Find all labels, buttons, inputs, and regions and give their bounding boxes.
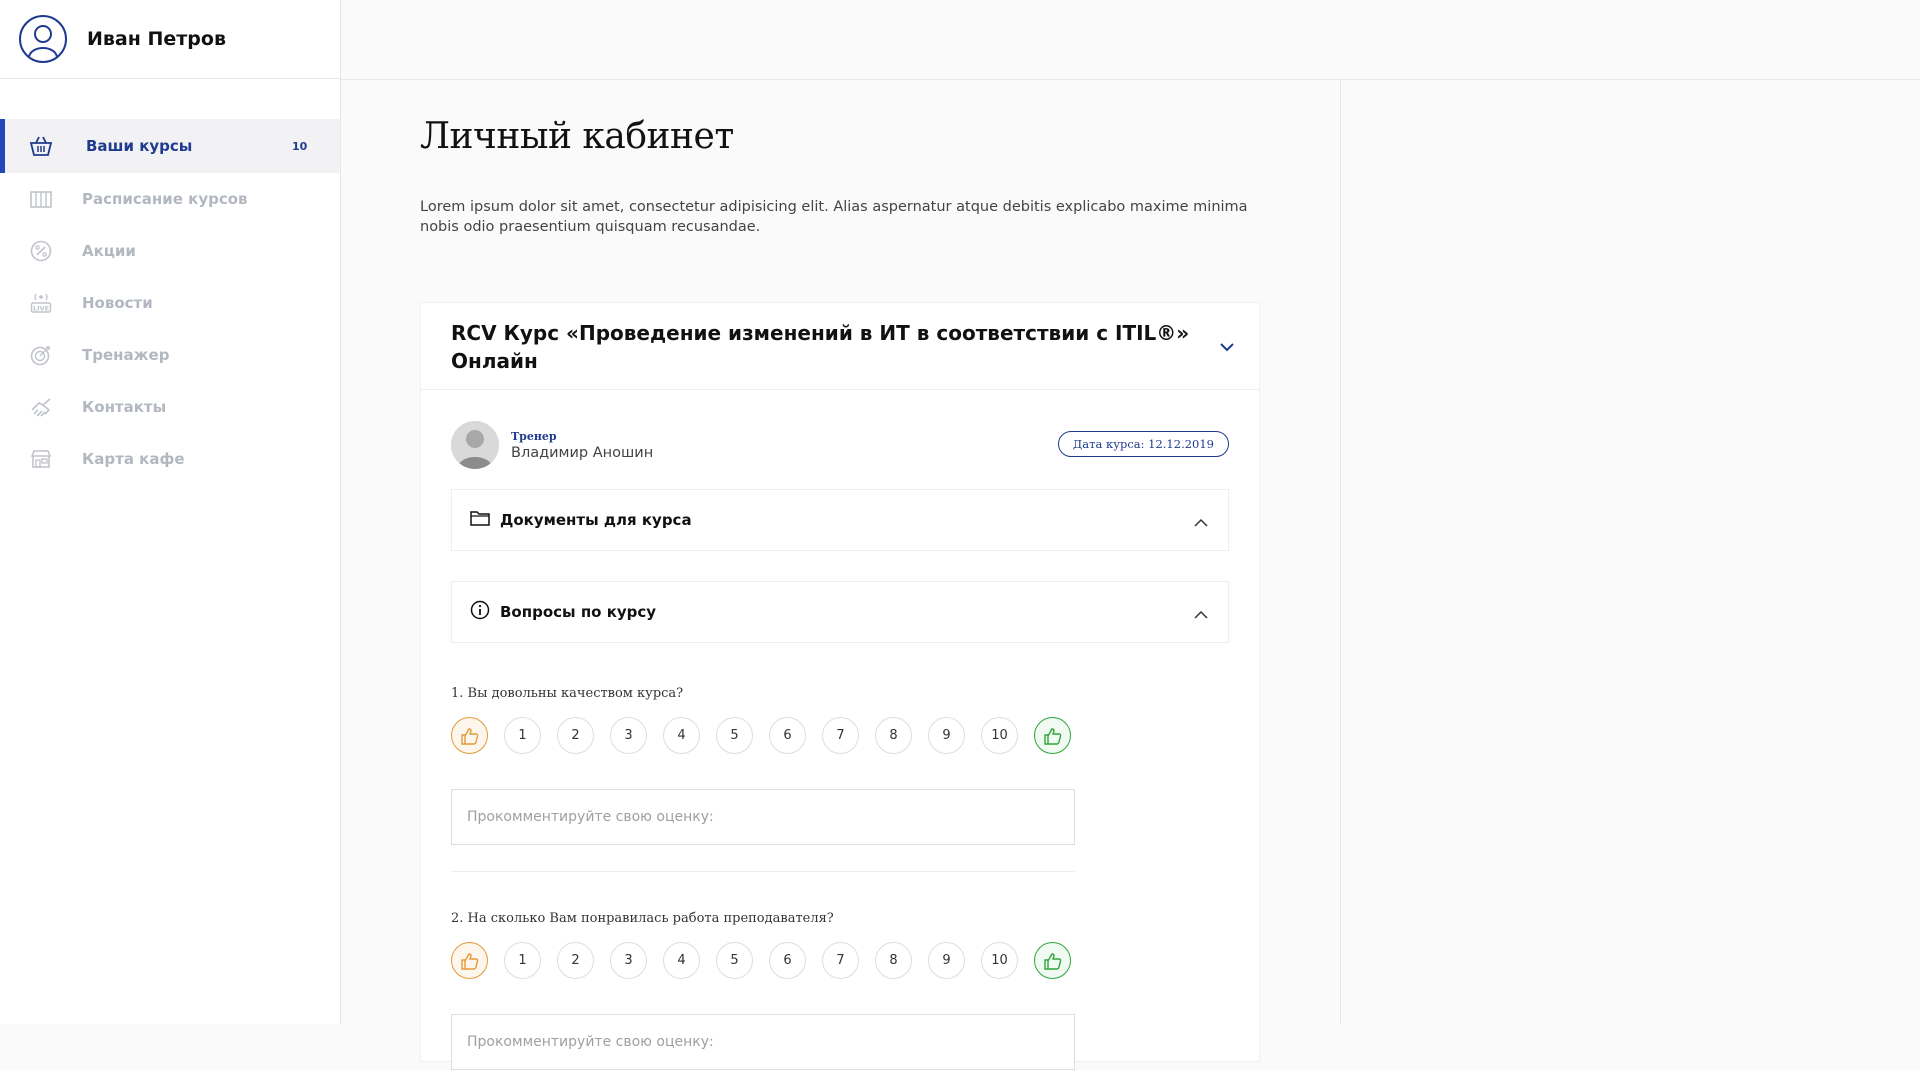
sidebar-item-label: Расписание курсов bbox=[82, 190, 248, 208]
intro-text: Lorem ipsum dolor sit amet, consectetur … bbox=[420, 199, 1248, 235]
live-icon: LIVE bbox=[28, 290, 54, 316]
sidebar-item-label: Тренажер bbox=[82, 346, 170, 364]
courses-count-badge: 10 bbox=[292, 139, 308, 153]
sidebar-item-courses[interactable]: Ваши курсы 10 bbox=[0, 119, 340, 173]
info-icon bbox=[470, 600, 490, 624]
handshake-icon bbox=[28, 394, 54, 420]
course-title: RCV Курс «Проведение изменений в ИТ в со… bbox=[451, 321, 1190, 373]
chevron-up-icon[interactable] bbox=[1194, 513, 1208, 532]
user-icon bbox=[28, 25, 58, 58]
sidebar-item-contacts[interactable]: Контакты bbox=[0, 381, 340, 433]
trainer-photo bbox=[451, 421, 499, 469]
dislike-button[interactable] bbox=[451, 942, 488, 979]
documents-title: Документы для курса bbox=[500, 511, 692, 529]
trainer-info: Тренер Владимир Аношин bbox=[451, 421, 653, 469]
thumbs-up-icon bbox=[1043, 727, 1061, 745]
sidebar: Иван Петров Ваши курсы 10 Расписание кур… bbox=[0, 0, 341, 1024]
right-panel-divider bbox=[1340, 80, 1341, 1024]
rating-option-7[interactable]: 7 bbox=[822, 717, 859, 754]
sidebar-item-label: Новости bbox=[82, 294, 153, 312]
questions-title: Вопросы по курсу bbox=[500, 603, 657, 621]
dislike-button[interactable] bbox=[451, 717, 488, 754]
thumbs-up-icon bbox=[460, 952, 478, 970]
course-header[interactable]: RCV Курс «Проведение изменений в ИТ в со… bbox=[421, 303, 1259, 390]
cafe-icon bbox=[28, 446, 54, 472]
trainer-name: Владимир Аношин bbox=[511, 444, 654, 461]
rating-option-7[interactable]: 7 bbox=[822, 942, 859, 979]
thumbs-up-icon bbox=[460, 727, 478, 745]
rating-option-1[interactable]: 1 bbox=[504, 942, 541, 979]
course-card: RCV Курс «Проведение изменений в ИТ в со… bbox=[420, 302, 1260, 1070]
sidebar-item-label: Акции bbox=[82, 242, 136, 260]
trainer-role: Тренер bbox=[511, 429, 557, 443]
sidebar-item-trainer[interactable]: Тренажер bbox=[0, 329, 340, 381]
page-title: Личный кабинет bbox=[420, 116, 734, 157]
rating-option-6[interactable]: 6 bbox=[769, 717, 806, 754]
schedule-icon bbox=[28, 186, 54, 212]
rating-option-1[interactable]: 1 bbox=[504, 717, 541, 754]
rating-option-10[interactable]: 10 bbox=[981, 717, 1018, 754]
percent-icon bbox=[28, 238, 54, 264]
user-name: Иван Петров bbox=[87, 28, 226, 50]
questions-accordion[interactable]: Вопросы по курсу bbox=[451, 581, 1229, 643]
question-1-text: 1. Вы довольны качеством курса? bbox=[451, 686, 684, 701]
main-content: Личный кабинет Lorem ipsum dolor sit ame… bbox=[420, 80, 1260, 1070]
sidebar-item-news[interactable]: LIVE Новости bbox=[0, 277, 340, 329]
rating-option-3[interactable]: 3 bbox=[610, 942, 647, 979]
avatar[interactable] bbox=[19, 15, 67, 63]
sidebar-item-schedule[interactable]: Расписание курсов bbox=[0, 173, 340, 225]
rating-option-2[interactable]: 2 bbox=[557, 942, 594, 979]
rating-option-10[interactable]: 10 bbox=[981, 942, 1018, 979]
rating-option-9[interactable]: 9 bbox=[928, 942, 965, 979]
rating-option-8[interactable]: 8 bbox=[875, 717, 912, 754]
rating-option-4[interactable]: 4 bbox=[663, 942, 700, 979]
sidebar-item-cafe-map[interactable]: Карта кафе bbox=[0, 433, 340, 485]
like-button[interactable] bbox=[1034, 942, 1071, 979]
rating-option-5[interactable]: 5 bbox=[716, 942, 753, 979]
like-button[interactable] bbox=[1034, 717, 1071, 754]
basket-icon bbox=[28, 133, 54, 159]
svg-text:LIVE: LIVE bbox=[33, 305, 49, 313]
chevron-down-icon[interactable] bbox=[1219, 337, 1235, 356]
sidebar-nav: Ваши курсы 10 Расписание курсов Акции LI… bbox=[0, 119, 340, 485]
sidebar-item-label: Контакты bbox=[82, 398, 167, 416]
course-date-badge: Дата курса: 12.12.2019 bbox=[1057, 431, 1229, 457]
top-bar bbox=[341, 0, 1920, 80]
rating-scale-1: 1 2 3 4 5 6 7 8 9 10 bbox=[451, 717, 1087, 754]
folder-icon bbox=[470, 509, 490, 531]
rating-option-5[interactable]: 5 bbox=[716, 717, 753, 754]
sidebar-item-promotions[interactable]: Акции bbox=[0, 225, 340, 277]
rating-option-6[interactable]: 6 bbox=[769, 942, 806, 979]
target-icon bbox=[28, 342, 54, 368]
question-2-text: 2. На сколько Вам понравилась работа пре… bbox=[451, 911, 834, 926]
chevron-up-icon[interactable] bbox=[1194, 605, 1208, 624]
thumbs-up-icon bbox=[1043, 952, 1061, 970]
rating-scale-2: 1 2 3 4 5 6 7 8 9 10 bbox=[451, 942, 1087, 979]
comment-input-1[interactable] bbox=[451, 789, 1075, 845]
rating-option-3[interactable]: 3 bbox=[610, 717, 647, 754]
rating-option-9[interactable]: 9 bbox=[928, 717, 965, 754]
rating-option-4[interactable]: 4 bbox=[663, 717, 700, 754]
sidebar-item-label: Карта кафе bbox=[82, 450, 185, 468]
user-profile[interactable]: Иван Петров bbox=[0, 0, 340, 79]
comment-input-2[interactable] bbox=[451, 1014, 1075, 1070]
question-divider bbox=[451, 871, 1075, 872]
rating-option-8[interactable]: 8 bbox=[875, 942, 912, 979]
rating-option-2[interactable]: 2 bbox=[557, 717, 594, 754]
documents-accordion[interactable]: Документы для курса bbox=[451, 489, 1229, 551]
sidebar-item-label: Ваши курсы bbox=[86, 137, 193, 155]
